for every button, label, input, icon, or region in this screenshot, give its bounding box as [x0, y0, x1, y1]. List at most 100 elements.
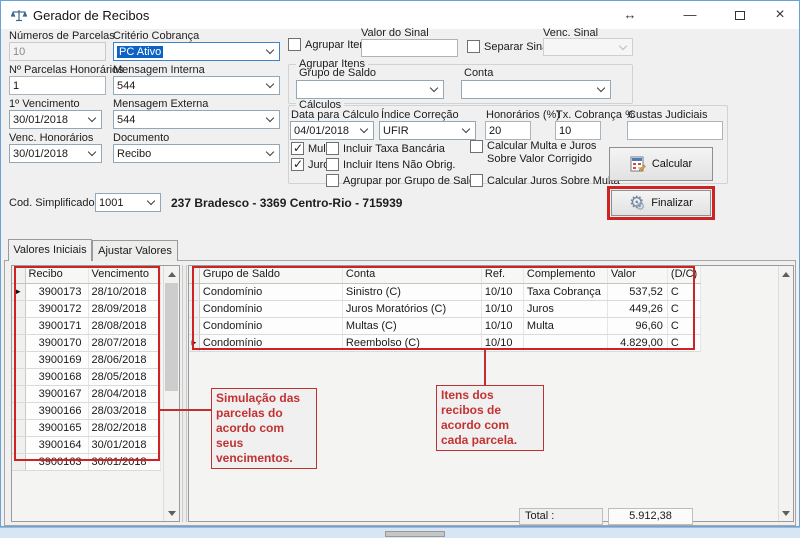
table-cell[interactable]: 10/10	[481, 317, 523, 334]
table-row[interactable]: 390016528/02/2018	[12, 419, 160, 436]
tx-cobranca-input[interactable]	[555, 121, 601, 140]
table-cell[interactable]: 30/01/2018	[88, 453, 160, 470]
table-cell[interactable]: 3900171	[25, 317, 88, 334]
incluir-itens-nao-obrig-checkbox[interactable]: Incluir Itens Não Obrig.	[326, 158, 456, 171]
mensagem-interna-combobox[interactable]: 544	[113, 76, 280, 95]
table-row[interactable]: 390016928/06/2018	[12, 351, 160, 368]
table-cell[interactable]: C	[667, 283, 700, 300]
row-selector[interactable]	[12, 402, 25, 419]
checkbox-box[interactable]	[326, 142, 339, 155]
itens-scrollbar[interactable]	[778, 266, 793, 521]
table-cell[interactable]: 3900165	[25, 419, 88, 436]
checkbox-box[interactable]	[326, 158, 339, 171]
column-header[interactable]: Complemento	[523, 266, 607, 283]
finalizar-button[interactable]: ⚙⚙ Finalizar	[611, 190, 711, 216]
maximize-button[interactable]	[723, 1, 757, 29]
table-cell[interactable]: Taxa Cobrança	[523, 283, 607, 300]
table-cell[interactable]: Condomínio	[199, 317, 342, 334]
table-cell[interactable]: 28/07/2018	[88, 334, 160, 351]
table-cell[interactable]: 449,26	[607, 300, 667, 317]
table-cell[interactable]: 28/09/2018	[88, 300, 160, 317]
scroll-up-icon[interactable]	[164, 266, 179, 282]
row-selector[interactable]	[12, 453, 25, 470]
custas-judiciais-input[interactable]	[627, 121, 723, 140]
panel-splitter[interactable]	[182, 265, 187, 522]
row-selector[interactable]	[12, 300, 25, 317]
table-cell[interactable]: 3900164	[25, 436, 88, 453]
mensagem-externa-combobox[interactable]: 544	[113, 110, 280, 129]
table-cell[interactable]: C	[667, 317, 700, 334]
row-selector[interactable]	[12, 368, 25, 385]
row-selector[interactable]	[12, 317, 25, 334]
table-cell[interactable]: 3900169	[25, 351, 88, 368]
table-row[interactable]: 390016330/01/2018	[12, 453, 160, 470]
table-cell[interactable]: 537,52	[607, 283, 667, 300]
separar-sinal-checkbox[interactable]: Separar Sinal	[467, 40, 551, 53]
table-row[interactable]: 390017128/08/2018	[12, 317, 160, 334]
primeiro-vencimento-combobox[interactable]: 30/01/2018	[9, 110, 102, 129]
table-cell[interactable]: 3900167	[25, 385, 88, 402]
selected-row-arrow-icon[interactable]: ►	[12, 283, 25, 300]
parcelas-scrollbar[interactable]	[163, 266, 179, 521]
checkbox-box[interactable]	[470, 174, 483, 187]
incluir-taxa-bancaria-checkbox[interactable]: Incluir Taxa Bancária	[326, 142, 445, 155]
table-row[interactable]: CondomínioMultas (C)10/10Multa96,60C	[189, 317, 701, 334]
table-row[interactable]: 390016828/05/2018	[12, 368, 160, 385]
column-header[interactable]: Grupo de Saldo	[199, 266, 342, 283]
table-cell[interactable]	[523, 334, 607, 351]
table-cell[interactable]: 10/10	[481, 283, 523, 300]
table-cell[interactable]: C	[667, 334, 700, 351]
table-cell[interactable]: 3900173	[25, 283, 88, 300]
calcular-juros-sobre-multa-checkbox[interactable]: Calcular Juros Sobre Multa	[470, 174, 620, 187]
conta-combobox[interactable]	[461, 80, 611, 99]
table-cell[interactable]: 4.829,00	[607, 334, 667, 351]
selected-row-arrow-icon[interactable]: ►	[189, 334, 199, 351]
resize-icon[interactable]: ↔	[613, 1, 647, 29]
table-cell[interactable]: 3900172	[25, 300, 88, 317]
checkbox-box[interactable]	[467, 40, 480, 53]
row-selector[interactable]	[189, 283, 199, 300]
table-cell[interactable]: 96,60	[607, 317, 667, 334]
table-cell[interactable]: 3900166	[25, 402, 88, 419]
table-cell[interactable]: 30/01/2018	[88, 436, 160, 453]
checkbox-box[interactable]	[291, 158, 304, 171]
table-cell[interactable]: Reembolso (C)	[342, 334, 481, 351]
table-row[interactable]: 390016728/04/2018	[12, 385, 160, 402]
tab-ajustar-valores[interactable]: Ajustar Valores	[92, 240, 178, 261]
table-row[interactable]: 390016628/03/2018	[12, 402, 160, 419]
data-para-calculo-combobox[interactable]: 04/01/2018	[290, 121, 374, 140]
table-cell[interactable]: Condomínio	[199, 283, 342, 300]
scroll-up-icon[interactable]	[779, 266, 793, 282]
scroll-down-icon[interactable]	[164, 505, 179, 521]
table-cell[interactable]: Multa	[523, 317, 607, 334]
honorarios-input[interactable]	[485, 121, 531, 140]
checkbox-box[interactable]	[288, 38, 301, 51]
column-header[interactable]: Ref.	[481, 266, 523, 283]
calcular-multa-e-juros-checkbox[interactable]: Calcular Multa e Juros Sobre Valor Corri…	[470, 140, 611, 166]
venc-honorarios-combobox[interactable]: 30/01/2018	[9, 144, 102, 163]
row-selector[interactable]	[189, 317, 199, 334]
table-cell[interactable]: Sinistro (C)	[342, 283, 481, 300]
table-row[interactable]: ►CondomínioReembolso (C)10/104.829,00C	[189, 334, 701, 351]
table-cell[interactable]: Multas (C)	[342, 317, 481, 334]
table-cell[interactable]: Condomínio	[199, 300, 342, 317]
row-selector[interactable]	[12, 351, 25, 368]
table-row[interactable]: ►390017328/10/2018	[12, 283, 160, 300]
calcular-button[interactable]: Calcular	[609, 147, 713, 181]
table-cell[interactable]: 28/02/2018	[88, 419, 160, 436]
table-cell[interactable]: 3900163	[25, 453, 88, 470]
table-cell[interactable]: Juros Moratórios (C)	[342, 300, 481, 317]
venc-sinal-combobox[interactable]	[543, 38, 633, 56]
minimize-button[interactable]: —	[673, 1, 707, 29]
scrollbar-thumb[interactable]	[165, 283, 178, 391]
table-row[interactable]: 390017228/09/2018	[12, 300, 160, 317]
close-button[interactable]: ×	[763, 1, 797, 29]
agrupar-por-grupo-de-saldo-checkbox[interactable]: Agrupar por Grupo de Saldo	[326, 174, 481, 187]
table-row[interactable]: 390017028/07/2018	[12, 334, 160, 351]
table-cell[interactable]: 28/05/2018	[88, 368, 160, 385]
row-selector[interactable]	[12, 385, 25, 402]
column-header[interactable]: Vencimento	[88, 266, 160, 283]
column-header[interactable]: Conta	[342, 266, 481, 283]
row-selector[interactable]	[189, 300, 199, 317]
column-header[interactable]: (D/C)	[667, 266, 700, 283]
